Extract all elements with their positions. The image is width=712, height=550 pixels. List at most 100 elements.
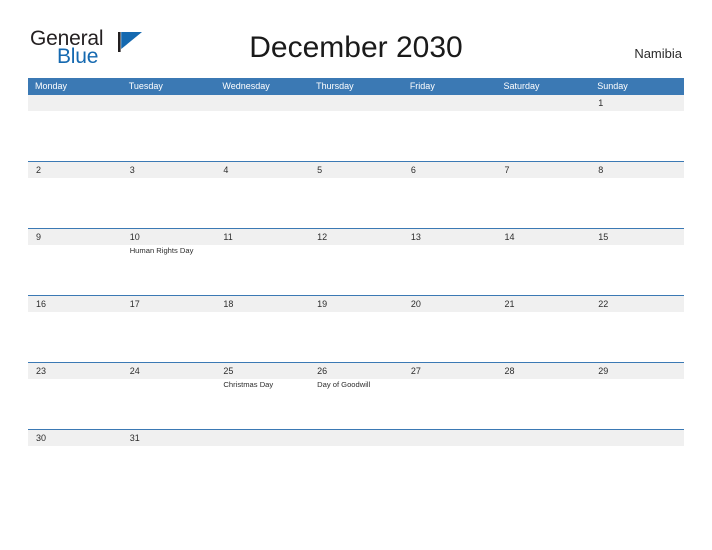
day-number: 20 [410,299,421,309]
weekday-header-thursday: Thursday [316,81,354,91]
day-cell[interactable]: 26 [309,363,403,379]
day-cell[interactable] [215,95,309,111]
event-cell[interactable]: Day of Goodwill [309,379,403,429]
event-cell[interactable] [309,245,403,295]
day-cell[interactable]: 25 [215,363,309,379]
day-cell[interactable]: 8 [590,162,684,178]
day-cell[interactable]: 4 [215,162,309,178]
event-cell[interactable] [215,178,309,228]
event-cell[interactable] [590,245,684,295]
day-cell[interactable]: 3 [122,162,216,178]
day-cell[interactable]: 29 [590,363,684,379]
day-cell[interactable]: 17 [122,296,216,312]
day-cell[interactable]: 7 [497,162,591,178]
event-cell[interactable] [403,312,497,362]
event-cell[interactable] [403,245,497,295]
event-cell[interactable] [590,312,684,362]
event-cell[interactable] [497,379,591,429]
event-cell[interactable] [590,178,684,228]
weekday-header-friday: Friday [409,81,435,91]
event-cell[interactable] [28,111,122,161]
event-cell[interactable] [122,178,216,228]
event-cell[interactable] [309,312,403,362]
event-cell[interactable] [122,379,216,429]
event-cell[interactable] [497,245,591,295]
day-cell[interactable]: 2 [28,162,122,178]
day-cell[interactable]: 11 [215,229,309,245]
day-cell[interactable] [309,95,403,111]
day-cell[interactable]: 22 [590,296,684,312]
event-cell[interactable] [403,111,497,161]
day-cell[interactable]: 12 [309,229,403,245]
event-cell[interactable] [122,312,216,362]
day-number: 3 [129,165,135,175]
country-label: Namibia [634,46,682,61]
event-cell[interactable]: Christmas Day [215,379,309,429]
event-cell[interactable] [497,178,591,228]
day-cell[interactable]: 24 [122,363,216,379]
week-row: 30 31 [28,430,684,460]
day-cell[interactable] [309,430,403,446]
day-cell[interactable] [122,95,216,111]
day-cell[interactable]: 27 [403,363,497,379]
event-cell[interactable] [403,178,497,228]
event-cell[interactable] [215,312,309,362]
day-number: 27 [410,366,421,376]
event-cell[interactable] [497,446,591,460]
day-number: 15 [598,232,609,242]
event-cell[interactable] [215,111,309,161]
event-cell[interactable] [590,446,684,460]
day-cell[interactable] [590,430,684,446]
day-cell[interactable] [403,430,497,446]
day-cell[interactable]: 18 [215,296,309,312]
day-cell[interactable]: 19 [309,296,403,312]
day-cell[interactable]: 14 [497,229,591,245]
day-cell[interactable] [28,95,122,111]
day-cell[interactable] [497,95,591,111]
day-cell[interactable]: 31 [122,430,216,446]
event-cell[interactable] [497,111,591,161]
day-cell[interactable]: 20 [403,296,497,312]
weekday-header-row: Monday Tuesday Wednesday Thursday Friday… [28,78,684,95]
day-cell[interactable]: 5 [309,162,403,178]
day-cell[interactable]: 10 [122,229,216,245]
event-cell[interactable]: Human Rights Day [122,245,216,295]
week-row: 1 [28,95,684,162]
day-cell[interactable]: 1 [590,95,684,111]
event-cell[interactable] [497,312,591,362]
day-cell[interactable]: 15 [590,229,684,245]
day-number: 11 [223,232,233,242]
day-cell[interactable]: 28 [497,363,591,379]
event-band: Christmas Day Day of Goodwill [28,379,684,429]
event-cell[interactable] [28,245,122,295]
day-cell[interactable] [497,430,591,446]
event-label: Christmas Day [223,380,274,389]
day-cell[interactable] [403,95,497,111]
event-cell[interactable] [309,178,403,228]
day-cell[interactable]: 23 [28,363,122,379]
day-cell[interactable] [215,430,309,446]
event-cell[interactable] [309,111,403,161]
day-number: 7 [504,165,510,175]
day-cell[interactable]: 6 [403,162,497,178]
day-cell[interactable]: 16 [28,296,122,312]
day-number-band: 1 [28,95,684,111]
day-cell[interactable]: 13 [403,229,497,245]
day-cell[interactable]: 21 [497,296,591,312]
event-cell[interactable] [403,379,497,429]
event-cell[interactable] [590,379,684,429]
event-cell[interactable] [122,111,216,161]
event-cell[interactable] [122,446,216,460]
event-cell[interactable] [28,446,122,460]
event-cell[interactable] [215,446,309,460]
day-cell[interactable]: 9 [28,229,122,245]
day-cell[interactable]: 30 [28,430,122,446]
event-cell[interactable] [403,446,497,460]
event-cell[interactable] [590,111,684,161]
event-cell[interactable] [28,178,122,228]
event-cell[interactable] [309,446,403,460]
day-number: 4 [223,165,229,175]
event-cell[interactable] [215,245,309,295]
event-cell[interactable] [28,312,122,362]
event-cell[interactable] [28,379,122,429]
